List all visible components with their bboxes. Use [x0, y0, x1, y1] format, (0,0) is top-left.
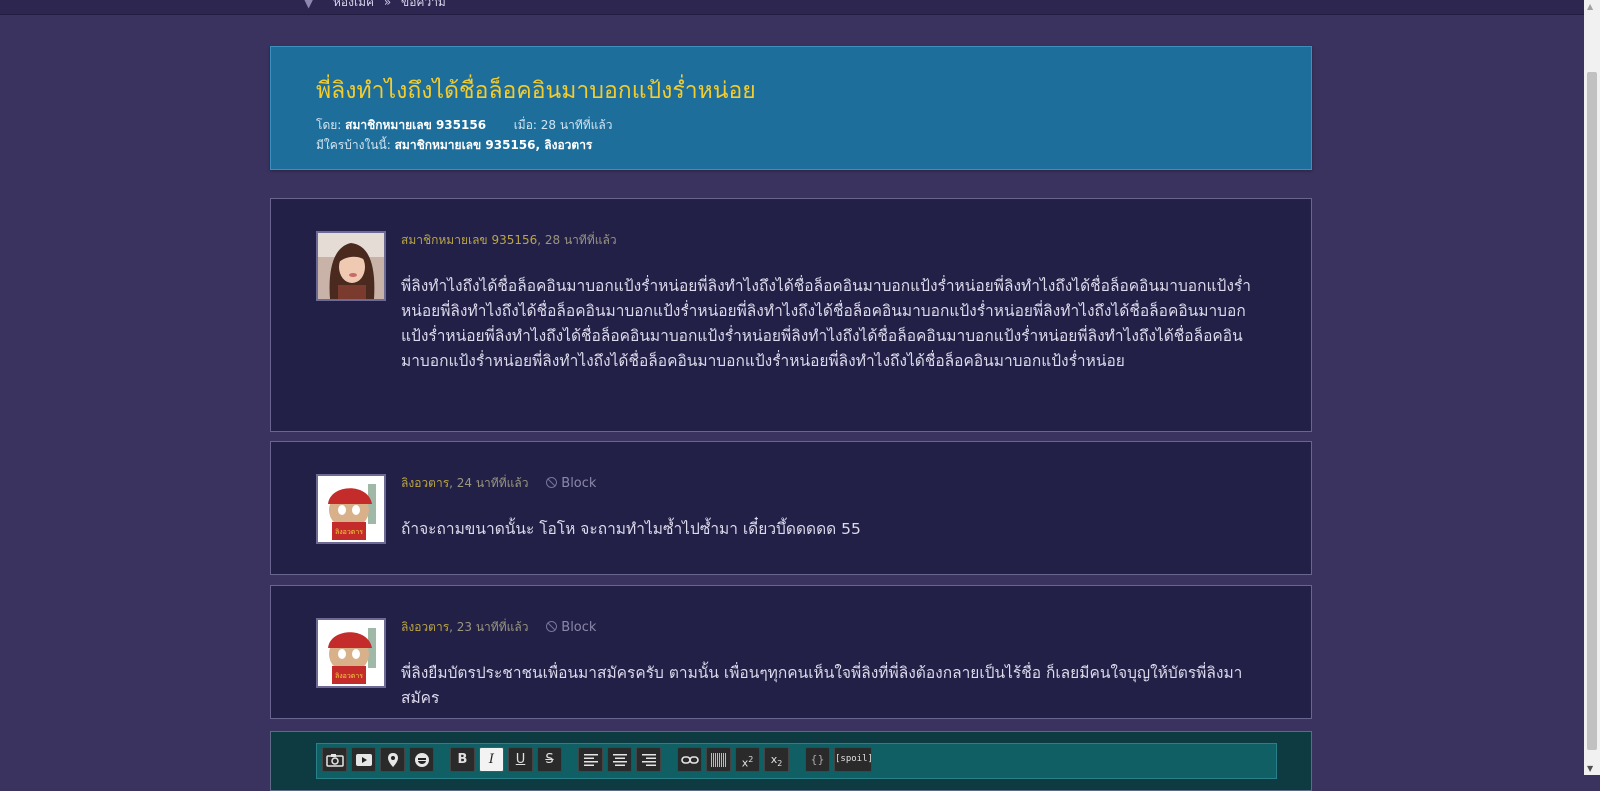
video-icon[interactable] — [351, 747, 376, 772]
when-label: เมื่อ: — [513, 118, 537, 132]
strike-button[interactable]: S — [537, 747, 562, 772]
block-icon — [546, 621, 558, 632]
code-button[interactable]: {} — [805, 747, 830, 772]
block-icon — [546, 477, 558, 488]
post-time: , 28 นาทีที่แล้ว — [537, 233, 617, 247]
by-label: โดย: — [316, 118, 342, 132]
topic-meta: โดย: สมาชิกหมายเลข 935156 เมื่อ: 28 นาที… — [316, 115, 612, 155]
post-author[interactable]: ลิงอวตาร — [401, 476, 449, 490]
subscript-button[interactable]: x2 — [764, 747, 789, 772]
page-title: พี่ลิงทำไงถึงได้ชื่อล็อคอินมาบอกแป้งร่ำห… — [316, 78, 756, 104]
post-header: ลิงอวตาร, 23 นาทีที่แล้ว Block — [401, 618, 596, 637]
topic-header: พี่ลิงทำไงถึงได้ชื่อล็อคอินมาบอกแป้งร่ำห… — [270, 46, 1312, 170]
by-author[interactable]: สมาชิกหมายเลข 935156 — [345, 118, 486, 132]
reply-editor: B I U S x2 x2 {} [spoil] — [270, 731, 1312, 791]
post-author[interactable]: สมาชิกหมายเลข 935156 — [401, 233, 537, 247]
italic-button[interactable]: I — [479, 747, 504, 772]
underline-button[interactable]: U — [508, 747, 533, 772]
link-icon[interactable] — [677, 747, 702, 772]
map-pin-icon[interactable] — [380, 747, 405, 772]
block-button[interactable]: Block — [546, 620, 596, 635]
dropdown-caret-icon[interactable]: ▼ — [304, 0, 313, 10]
align-right-icon[interactable] — [636, 747, 661, 772]
post-time: , 24 นาทีที่แล้ว — [449, 476, 529, 490]
post-header: ลิงอวตาร, 24 นาทีที่แล้ว Block — [401, 474, 596, 493]
align-center-icon[interactable] — [607, 747, 632, 772]
post-item: ลิงอวตาร ลิงอวตาร, 23 นาทีที่แล้ว Block … — [270, 585, 1312, 719]
breadcrumb-current: ข้อความ — [401, 0, 446, 9]
barcode-icon[interactable] — [706, 747, 731, 772]
align-left-icon[interactable] — [578, 747, 603, 772]
breadcrumb-home[interactable]: ห้องเม้ค — [333, 0, 374, 9]
breadcrumb-separator: » — [383, 0, 392, 9]
superscript-button[interactable]: x2 — [735, 747, 760, 772]
when-value: 28 นาทีที่แล้ว — [540, 118, 613, 132]
top-nav-bar: ▼ ห้องเม้ค » ข้อความ — [0, 0, 1584, 15]
avatar-photo-image — [318, 233, 384, 299]
monkey-avatar-image: ลิงอวตาร — [318, 620, 384, 686]
post-body: ถ้าจะถามขนาดนั้นะ โอโห จะถามทำไมซ้ำไปซ้ำ… — [401, 520, 861, 538]
block-label: Block — [561, 476, 597, 491]
spoil-button[interactable]: [spoil] — [834, 747, 873, 772]
scrollbar-thumb[interactable] — [1587, 72, 1597, 750]
post-body: พี่ลิงยืมบัตรประชาชนเพื่อนมาสมัครครับ ตา… — [401, 664, 1243, 707]
post-author[interactable]: ลิงอวตาร — [401, 620, 449, 634]
page-scrollbar[interactable]: ▲ ▼ — [1584, 0, 1600, 775]
breadcrumb: ห้องเม้ค » ข้อความ — [333, 0, 446, 12]
svg-text:ลิงอวตาร: ลิงอวตาร — [335, 528, 363, 536]
avatar[interactable]: ลิงอวตาร — [316, 474, 386, 544]
post-header: สมาชิกหมายเลข 935156, 28 นาทีที่แล้ว — [401, 231, 617, 250]
avatar[interactable]: ลิงอวตาร — [316, 618, 386, 688]
participants-label: มีใครบ้างในนี้: — [316, 138, 391, 152]
editor-toolbar: B I U S x2 x2 {} [spoil] — [316, 743, 1277, 779]
camera-icon[interactable] — [322, 747, 347, 772]
avatar[interactable] — [316, 231, 386, 301]
post-item: ลิงอวตาร ลิงอวตาร, 24 นาทีที่แล้ว Block … — [270, 441, 1312, 575]
block-label: Block — [561, 620, 597, 635]
post-time: , 23 นาทีที่แล้ว — [449, 620, 529, 634]
block-button[interactable]: Block — [546, 476, 596, 491]
monkey-avatar-image: ลิงอวตาร — [318, 476, 384, 542]
svg-text:ลิงอวตาร: ลิงอวตาร — [335, 672, 363, 680]
post-item: สมาชิกหมายเลข 935156, 28 นาทีที่แล้ว พี่… — [270, 198, 1312, 432]
scroll-down-icon[interactable]: ▼ — [1587, 764, 1593, 773]
participants-list[interactable]: สมาชิกหมายเลข 935156, ลิงอวตาร — [395, 138, 593, 152]
post-body: พี่ลิงทำไงถึงได้ชื่อล็อคอินมาบอกแป้งร่ำห… — [401, 277, 1251, 370]
bold-button[interactable]: B — [450, 747, 475, 772]
scroll-up-icon[interactable]: ▲ — [1587, 2, 1593, 11]
emoji-icon[interactable] — [409, 747, 434, 772]
